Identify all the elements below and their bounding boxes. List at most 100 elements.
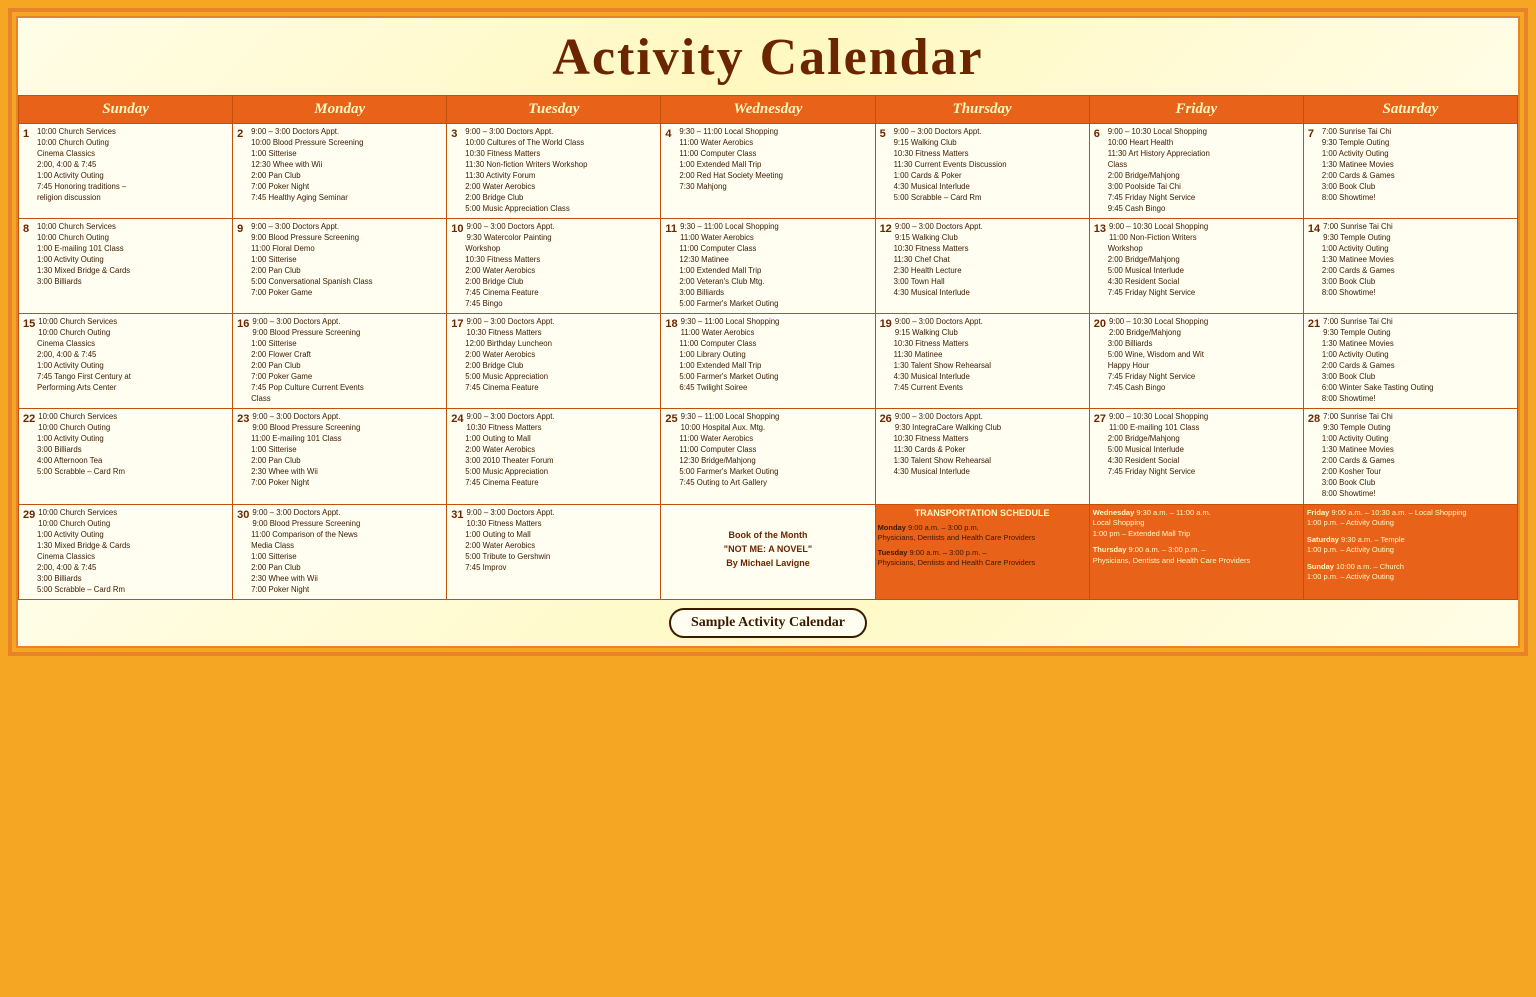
calendar-table: Sunday Monday Tuesday Wednesday Thursday…: [18, 95, 1518, 600]
activity-line: 9:15 Walking Club: [894, 138, 1085, 149]
activity-line: 6:00 Winter Sake Tasting Outing: [1322, 383, 1513, 394]
day-cell-10: 109:00 – 3:00 Doctors Appt.9:30 Watercol…: [447, 219, 661, 314]
day-cell-16: 169:00 – 3:00 Doctors Appt.9:00 Blood Pr…: [233, 314, 447, 409]
activity-line: 2:00 Pan Club: [251, 171, 442, 182]
col-saturday: Saturday: [1303, 96, 1517, 124]
activity-line: 9:00 – 3:00 Doctors Appt.: [465, 412, 656, 423]
activity-line: 1:00 Activity Outing: [37, 530, 228, 541]
activity-line: 1:00 Sitterise: [251, 552, 442, 563]
activity-line: 8:00 Showtime!: [1322, 288, 1513, 299]
day-cell-30: 309:00 – 3:00 Doctors Appt.9:00 Blood Pr…: [233, 504, 447, 599]
activity-line: 9:30 – 11:00 Local Shopping: [679, 412, 870, 423]
day-number: 18: [665, 318, 677, 330]
activity-line: 1:00 Outing to Mall: [465, 434, 656, 445]
day-cell-14: 147:00 Sunrise Tai Chi9:30 Temple Outing…: [1303, 219, 1517, 314]
activity-line: 2:00 Kosher Tour: [1322, 467, 1513, 478]
activity-line: 4:30 Resident Social: [1108, 277, 1299, 288]
activity-line: 11:30 Non-fiction Writers Workshop: [465, 160, 656, 171]
activity-line: 2:00 Water Aerobics: [465, 541, 656, 552]
activity-line: 1:00 Sitterise: [251, 255, 442, 266]
activity-line: 1:00 Sitterise: [251, 445, 442, 456]
activity-line: 9:00 – 3:00 Doctors Appt.: [465, 127, 656, 138]
day-cell-17: 179:00 – 3:00 Doctors Appt.10:30 Fitness…: [447, 314, 661, 409]
activity-line: 1:30 Matinee Movies: [1322, 339, 1513, 350]
activity-line: 7:45 Honoring traditions –: [37, 182, 228, 193]
activity-line: 3:00 Poolside Tai Chi: [1108, 182, 1299, 193]
week-row-5: 2910:00 Church Services10:00 Church Outi…: [19, 504, 1518, 599]
activity-line: 2:30 Whee with Wii: [251, 574, 442, 585]
activity-line: 6:45 Twilight Soiree: [679, 383, 870, 394]
day-number: 4: [665, 128, 671, 140]
transport-thu: Thursday 9:00 a.m. – 3:00 p.m. –Physicia…: [1090, 542, 1303, 569]
day-number: 14: [1308, 223, 1320, 235]
activity-line: 10:30 Fitness Matters: [465, 423, 656, 434]
activity-line: 2:00 Cards & Games: [1322, 456, 1513, 467]
activity-line: 9:00 – 3:00 Doctors Appt.: [465, 508, 656, 519]
activity-line: 7:00 Poker Night: [251, 478, 442, 489]
activity-line: 1:30 Mixed Bridge & Cards: [37, 266, 228, 277]
activity-line: Cinema Classics: [37, 552, 228, 563]
day-cell-22: 2210:00 Church Services10:00 Church Outi…: [19, 409, 233, 504]
activity-line: 7:00 Poker Night: [251, 585, 442, 596]
activity-line: Class: [1108, 160, 1299, 171]
activity-line: 9:00 – 10:30 Local Shopping: [1108, 412, 1299, 423]
activity-line: Performing Arts Center: [37, 383, 228, 394]
transport-fri: Friday 9:00 a.m. – 10:30 a.m. – Local Sh…: [1304, 505, 1517, 532]
activity-line: 5:00 Tribute to Gershwin: [465, 552, 656, 563]
activity-line: 1:00 Extended Mall Trip: [679, 160, 870, 171]
activity-line: 8:00 Showtime!: [1322, 193, 1513, 204]
activity-line: 12:00 Birthday Luncheon: [465, 339, 656, 350]
transport-sun: Sunday 10:00 a.m. – Church1:00 p.m. – Ac…: [1304, 559, 1517, 586]
day-number: 7: [1308, 128, 1314, 140]
activity-line: 3:00 2010 Theater Forum: [465, 456, 656, 467]
day-number: 6: [1094, 128, 1100, 140]
day-number: 21: [1308, 318, 1320, 330]
activity-line: 11:00 Water Aerobics: [679, 434, 870, 445]
activity-line: 7:00 Sunrise Tai Chi: [1322, 222, 1513, 233]
transport-mon: Monday 9:00 a.m. – 3:00 p.m.Physicians, …: [876, 521, 1089, 546]
day-cell-11: 119:30 – 11:00 Local Shopping11:00 Water…: [661, 219, 875, 314]
activity-line: 5:00 Scrabble – Card Rm: [37, 467, 228, 478]
activity-line: 1:00 Activity Outing: [37, 255, 228, 266]
day-cell-18: 189:30 – 11:00 Local Shopping11:00 Water…: [661, 314, 875, 409]
activity-line: 11:30 Chef Chat: [894, 255, 1085, 266]
activity-line: 2:00, 4:00 & 7:45: [37, 563, 228, 574]
activity-line: 10:00 Church Services: [37, 317, 228, 328]
activity-line: 2:00 Cards & Games: [1322, 266, 1513, 277]
activity-line: 4:30 Musical Interlude: [894, 288, 1085, 299]
activity-line: 9:00 Blood Pressure Screening: [251, 233, 442, 244]
activity-line: 10:30 Fitness Matters: [894, 434, 1085, 445]
day-cell-8: 810:00 Church Services10:00 Church Outin…: [19, 219, 233, 314]
day-cell-5: 59:00 – 3:00 Doctors Appt.9:15 Walking C…: [875, 124, 1089, 219]
col-wednesday: Wednesday: [661, 96, 875, 124]
activity-line: 5:00 Music Appreciation: [465, 467, 656, 478]
activity-line: 2:00, 4:00 & 7:45: [37, 160, 228, 171]
activity-line: 1:30 Talent Show Rehearsal: [894, 456, 1085, 467]
activity-line: 10:00 Church Outing: [37, 233, 228, 244]
activity-line: 5:00 Music Appreciation: [465, 372, 656, 383]
day-cell-12: 129:00 – 3:00 Doctors Appt.9:15 Walking …: [875, 219, 1089, 314]
activity-line: 8:00 Showtime!: [1322, 394, 1513, 405]
activity-line: 11:30 Current Events Discussion: [894, 160, 1085, 171]
activity-line: 7:45 Friday Night Service: [1108, 467, 1299, 478]
day-number: 8: [23, 223, 29, 235]
activity-line: 10:30 Fitness Matters: [465, 255, 656, 266]
day-number: 16: [237, 318, 249, 330]
day-cell-29: 2910:00 Church Services10:00 Church Outi…: [19, 504, 233, 599]
activity-line: 2:00 Bridge/Mahjong: [1108, 434, 1299, 445]
day-cell-27: 279:00 – 10:30 Local Shopping11:00 E-mai…: [1089, 409, 1303, 504]
activity-line: 7:00 Poker Night: [251, 182, 442, 193]
activity-line: 9:30 Temple Outing: [1322, 328, 1513, 339]
activity-line: 3:00 Billiards: [37, 445, 228, 456]
activity-line: 8:00 Showtime!: [1322, 489, 1513, 500]
activity-line: 5:00 Farmer's Market Outing: [679, 467, 870, 478]
week-row-1: 110:00 Church Services10:00 Church Outin…: [19, 124, 1518, 219]
activity-line: 9:00 – 3:00 Doctors Appt.: [894, 222, 1085, 233]
activity-line: 9:00 Blood Pressure Screening: [251, 519, 442, 530]
week-row-2: 810:00 Church Services10:00 Church Outin…: [19, 219, 1518, 314]
day-number: 28: [1308, 413, 1320, 425]
activity-line: 9:00 – 3:00 Doctors Appt.: [251, 508, 442, 519]
activity-line: 4:30 Resident Social: [1108, 456, 1299, 467]
book-of-month: Book of the Month"NOT ME: A NOVEL"By Mic…: [665, 508, 870, 591]
activity-line: 10:00 Heart Health: [1108, 138, 1299, 149]
